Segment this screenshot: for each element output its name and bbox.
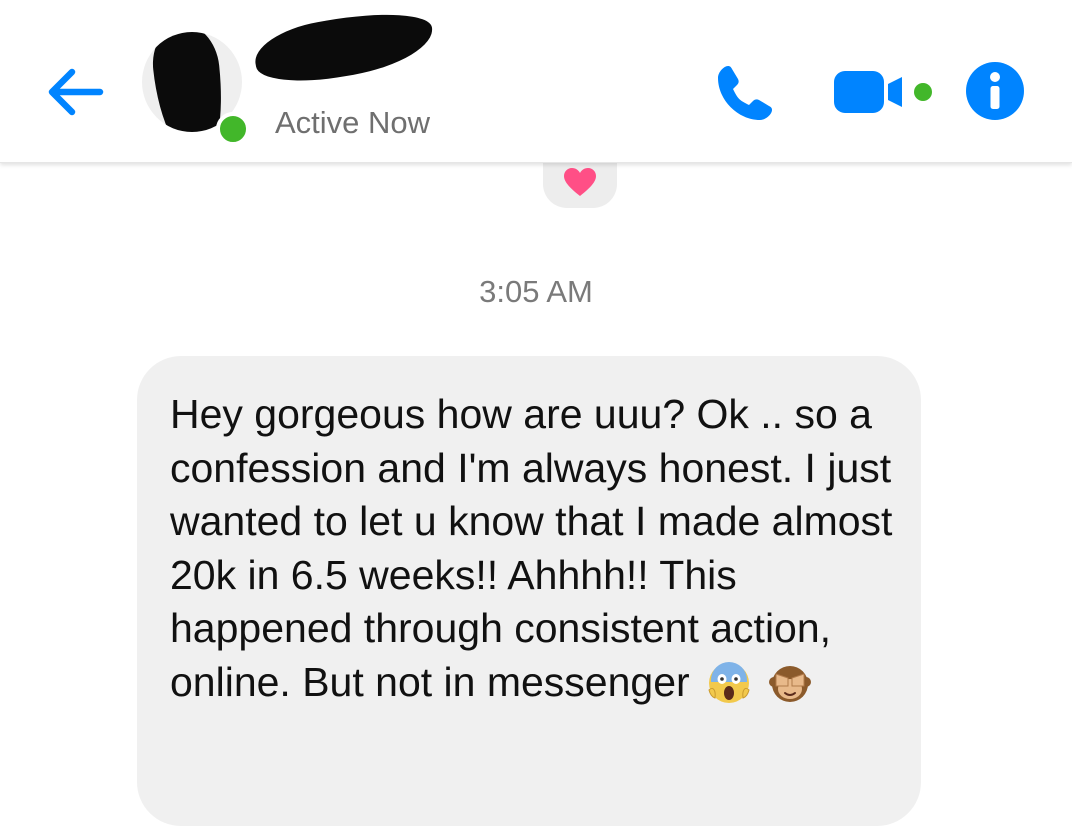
message-text: Hey gorgeous how are uuu? Ok .. so a con… <box>170 391 893 705</box>
back-arrow-icon <box>48 68 104 116</box>
heart-icon <box>564 168 596 196</box>
back-button[interactable] <box>44 66 104 118</box>
video-status-dot <box>914 83 932 101</box>
phone-icon <box>718 66 772 120</box>
redaction-mark <box>148 32 230 132</box>
message-bubble[interactable]: Hey gorgeous how are uuu? Ok .. so a con… <box>137 356 921 826</box>
voice-call-button[interactable] <box>714 62 776 124</box>
message-content: Hey gorgeous how are uuu? Ok .. so a con… <box>170 388 910 709</box>
see-no-evil-monkey-emoji <box>769 665 812 702</box>
active-status: Active Now <box>275 105 431 140</box>
video-camera-icon <box>834 71 932 113</box>
reaction-bubble[interactable] <box>543 156 617 208</box>
conversation-header: Sa Active Now <box>0 0 1072 163</box>
online-indicator <box>216 112 250 146</box>
contact-avatar[interactable] <box>140 28 250 146</box>
video-call-button[interactable] <box>834 68 936 116</box>
message-timestamp: 3:05 AM <box>479 274 593 309</box>
info-icon <box>966 62 1024 120</box>
face-screaming-in-fear-emoji <box>708 661 750 703</box>
conversation-info-button[interactable] <box>966 62 1024 120</box>
